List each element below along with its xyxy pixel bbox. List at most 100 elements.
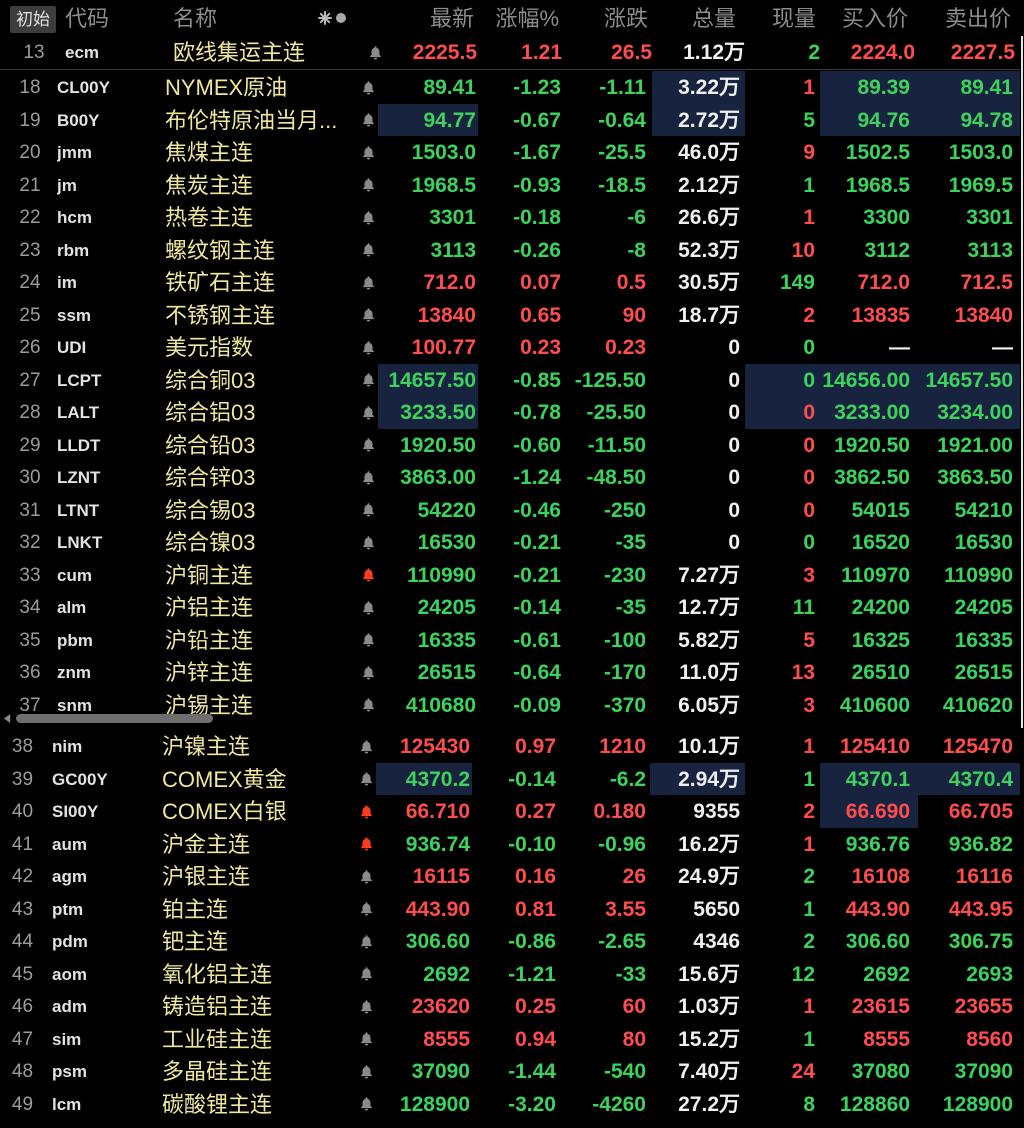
table-row[interactable]: 45 aom 氧化铝主连 2692 -1.21 -33 15.6万 12 2692 2693 [0, 958, 1020, 991]
column-header-bid[interactable]: 买入价 [842, 0, 908, 36]
alert-bell-button[interactable] [358, 958, 374, 991]
bell-icon[interactable] [359, 934, 374, 949]
alert-bell-button[interactable] [358, 860, 374, 893]
alert-bell-button[interactable] [358, 1055, 374, 1088]
column-header-volume[interactable]: 总量 [692, 0, 736, 36]
column-header-ask[interactable]: 卖出价 [945, 0, 1011, 36]
alert-bell-button[interactable] [358, 893, 374, 926]
horizontal-scrollbar[interactable] [0, 713, 1020, 724]
alert-bell-button[interactable] [360, 656, 376, 689]
bell-icon[interactable] [359, 804, 374, 819]
table-row[interactable]: 24 im 铁矿石主连 712.0 0.07 0.5 30.5万 149 712.0 712.5 [0, 266, 1020, 299]
column-header-change-percent[interactable]: 涨幅% [495, 0, 559, 36]
scrollbar-thumb[interactable] [16, 714, 213, 723]
bell-icon[interactable] [361, 470, 376, 485]
bell-icon[interactable] [361, 242, 376, 257]
table-row[interactable]: 19 B00Y 布伦特原油当月... 94.77 -0.67 -0.64 2.72万 5 94.… [0, 103, 1020, 136]
table-row[interactable]: 34 alm 沪铝主连 24205 -0.14 -35 12.7万 11 24200 24205 [0, 591, 1020, 624]
alert-bell-button[interactable] [360, 526, 376, 559]
alert-bell-button[interactable] [360, 364, 376, 397]
bell-icon[interactable] [359, 771, 374, 786]
table-row[interactable]: 39 GC00Y COMEX黄金 4370.2 -0.14 -6.2 2.94万 1 4370.… [0, 762, 1020, 796]
alert-bell-button[interactable] [360, 234, 376, 267]
alert-bell-button[interactable] [360, 266, 376, 299]
bell-icon[interactable] [359, 901, 374, 916]
bell-icon[interactable] [361, 567, 376, 582]
asterisk-icon[interactable] [317, 10, 333, 26]
table-row[interactable]: 49 lcm 碳酸锂主连 128900 -3.20 -4260 27.2万 8 128860 12… [0, 1088, 1020, 1121]
alert-bell-button[interactable] [360, 396, 376, 429]
alert-bell-button[interactable] [358, 1023, 374, 1056]
alert-bell-button[interactable] [360, 494, 376, 527]
bell-icon[interactable] [361, 632, 376, 647]
table-row[interactable]: 46 adm 铸造铝主连 23620 0.25 60 1.03万 1 23615 23655 [0, 990, 1020, 1023]
table-row[interactable]: 35 pbm 沪铅主连 16335 -0.61 -100 5.82万 5 16325 16335 [0, 624, 1020, 657]
bell-icon[interactable] [361, 502, 376, 517]
alert-bell-button[interactable] [360, 299, 376, 332]
table-row[interactable]: 26 UDI 美元指数 100.77 0.23 0.23 0 0 — — [0, 331, 1020, 364]
table-row[interactable]: 42 agm 沪银主连 16115 0.16 26 24.9万 2 16108 16116 [0, 860, 1020, 893]
table-row[interactable]: 47 sim 工业硅主连 8555 0.94 80 15.2万 1 8555 8560 [0, 1023, 1020, 1056]
table-row[interactable]: 23 rbm 螺纹钢主连 3113 -0.26 -8 52.3万 10 3112 3113 [0, 234, 1020, 267]
alert-bell-button-active[interactable] [358, 795, 374, 828]
table-row[interactable]: 28 LALT 综合铝03 3233.50 -0.78 -25.50 0 0 3233.00 32… [0, 396, 1020, 429]
column-header-last[interactable]: 最新 [430, 0, 474, 36]
bell-icon[interactable] [359, 869, 374, 884]
alert-bell-button[interactable] [360, 591, 376, 624]
alert-bell-button-active[interactable] [358, 828, 374, 861]
bell-icon[interactable] [361, 340, 376, 355]
table-row[interactable]: 27 LCPT 综合铜03 14657.50 -0.85 -125.50 0 0 14656.0… [0, 363, 1020, 397]
bell-icon[interactable] [359, 999, 374, 1014]
init-button[interactable]: 初始 [10, 6, 56, 33]
alert-bell-button[interactable] [358, 730, 374, 763]
table-row[interactable]: 43 ptm 铂主连 443.90 0.81 3.55 5650 1 443.90 443.95 [0, 893, 1020, 926]
bell-icon[interactable] [361, 307, 376, 322]
alert-bell-button[interactable] [360, 169, 376, 202]
bell-icon[interactable] [361, 210, 376, 225]
bell-icon[interactable] [361, 275, 376, 290]
table-row[interactable]: 29 LLDT 综合铅03 1920.50 -0.60 -11.50 0 0 1920.50 19… [0, 429, 1020, 462]
bell-icon[interactable] [361, 697, 376, 712]
table-row[interactable]: 38 nim 沪镍主连 125430 0.97 1210 10.1万 1 125410 12547… [0, 730, 1020, 763]
table-row[interactable]: 31 LTNT 综合锡03 54220 -0.46 -250 0 0 54015 54210 [0, 494, 1020, 527]
circle-icon[interactable] [335, 12, 347, 24]
bell-icon[interactable] [361, 112, 376, 127]
column-header-code[interactable]: 代码 [65, 0, 109, 36]
table-row[interactable]: 33 cum 沪铜主连 110990 -0.21 -230 7.27万 3 110970 1109… [0, 559, 1020, 592]
table-row[interactable]: 20 jmm 焦煤主连 1503.0 -1.67 -25.5 46.0万 9 1502.5 150… [0, 136, 1020, 169]
chevron-left-icon[interactable] [3, 714, 12, 723]
table-row[interactable]: 25 ssm 不锈钢主连 13840 0.65 90 18.7万 2 13835 13840 [0, 299, 1020, 332]
bell-icon[interactable] [359, 1064, 374, 1079]
alert-bell-button[interactable] [360, 429, 376, 462]
bell-icon[interactable] [359, 836, 374, 851]
bell-icon[interactable] [359, 1096, 374, 1111]
bell-icon[interactable] [359, 739, 374, 754]
table-row[interactable]: 30 LZNT 综合锌03 3863.00 -1.24 -48.50 0 0 3862.50 38… [0, 461, 1020, 494]
table-row[interactable]: 44 pdm 钯主连 306.60 -0.86 -2.65 4346 2 306.60 306.7… [0, 925, 1020, 958]
table-row[interactable]: 22 hcm 热卷主连 3301 -0.18 -6 26.6万 1 3300 3301 [0, 201, 1020, 234]
column-header-current-volume[interactable]: 现量 [772, 0, 816, 36]
table-row[interactable]: 36 znm 沪锌主连 26515 -0.64 -170 11.0万 13 26510 26515 [0, 656, 1020, 689]
table-row[interactable]: 48 psm 多晶硅主连 37090 -1.44 -540 7.40万 24 37080 3709… [0, 1055, 1020, 1088]
alert-bell-button[interactable] [360, 201, 376, 234]
table-row[interactable]: 13 ecm 欧线集运主连 2225.5 1.21 26.5 1.12万 2 2224.0 222… [0, 36, 1020, 69]
bell-icon[interactable] [359, 966, 374, 981]
bell-icon[interactable] [361, 405, 376, 420]
alert-bell-button[interactable] [358, 1088, 374, 1121]
bell-icon[interactable] [361, 177, 376, 192]
bell-icon[interactable] [361, 437, 376, 452]
column-header-change[interactable]: 涨跌 [604, 0, 648, 36]
bell-icon[interactable] [361, 600, 376, 615]
alert-bell-button[interactable] [360, 331, 376, 364]
alert-bell-button[interactable] [360, 71, 376, 104]
bell-icon[interactable] [361, 535, 376, 550]
alert-bell-button[interactable] [358, 763, 374, 796]
alert-bell-button[interactable] [360, 136, 376, 169]
alert-bell-button-active[interactable] [360, 559, 376, 592]
alert-bell-button[interactable] [360, 461, 376, 494]
bell-icon[interactable] [361, 80, 376, 95]
alert-bell-button[interactable] [358, 925, 374, 958]
bell-icon[interactable] [359, 1031, 374, 1046]
bell-icon[interactable] [361, 665, 376, 680]
bell-icon[interactable] [361, 145, 376, 160]
